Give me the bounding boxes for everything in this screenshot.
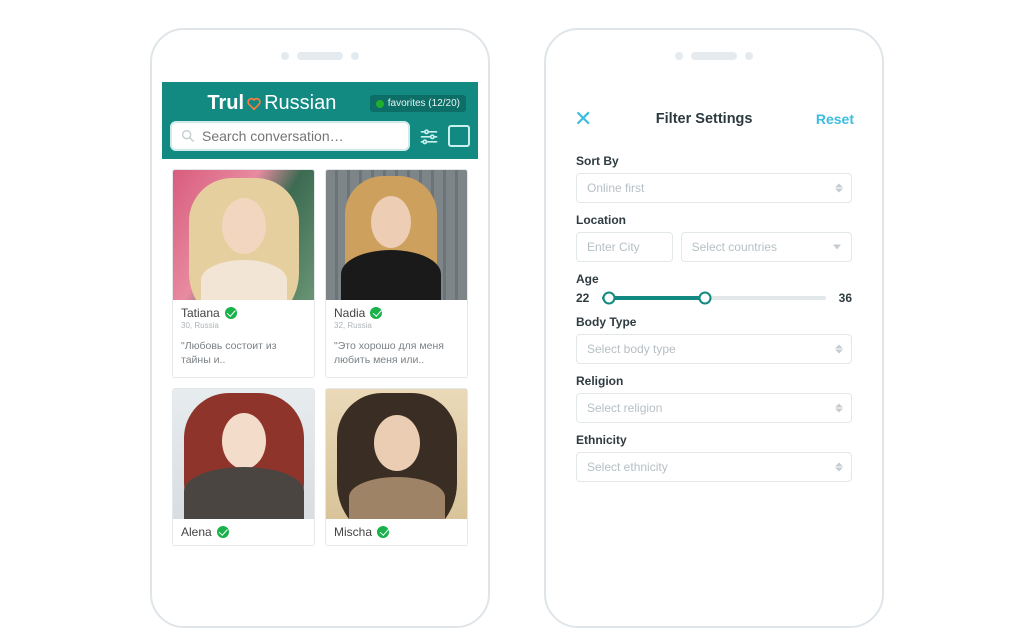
profile-quote: "Любовь состоит из тайны и.. <box>181 339 306 367</box>
online-dot-icon <box>376 100 384 108</box>
chevron-down-icon <box>833 245 841 250</box>
profile-photo <box>326 389 467 519</box>
profile-photo <box>173 170 314 300</box>
location-label: Location <box>576 213 852 227</box>
filter-sliders-button[interactable] <box>416 123 442 149</box>
profile-card[interactable]: Mischa <box>325 388 468 546</box>
countries-placeholder: Select countries <box>692 240 777 254</box>
verified-icon <box>370 307 382 319</box>
slider-fill <box>602 296 705 300</box>
sort-by-value: Online first <box>587 181 644 195</box>
screen-right: ✕ Filter Settings Reset Sort By Online f… <box>556 82 872 626</box>
search-input-wrap[interactable] <box>170 121 410 151</box>
profile-name: Tatiana <box>181 306 220 320</box>
age-min: 22 <box>576 291 594 305</box>
religion-placeholder: Select religion <box>587 401 662 415</box>
filter-header: ✕ Filter Settings Reset <box>556 92 872 140</box>
age-range-slider[interactable]: 22 36 <box>576 291 852 305</box>
profile-card[interactable]: Alena <box>172 388 315 546</box>
profile-photo <box>326 170 467 300</box>
age-max: 36 <box>834 291 852 305</box>
close-icon[interactable]: ✕ <box>574 108 592 130</box>
search-icon <box>180 128 196 144</box>
religion-label: Religion <box>576 374 852 388</box>
profile-meta: 30, Russia <box>181 321 306 330</box>
reset-button[interactable]: Reset <box>816 111 854 127</box>
ethnicity-select[interactable]: Select ethnicity <box>576 452 852 482</box>
stepper-icon <box>835 345 843 354</box>
filter-body: Sort By Online first Location Enter City… <box>556 140 872 486</box>
profile-name: Alena <box>181 525 212 539</box>
profile-card[interactable]: Tatiana 30, Russia "Любовь состоит из та… <box>172 169 315 378</box>
slider-track[interactable] <box>602 296 826 300</box>
speaker-bar <box>281 52 359 60</box>
brand-suffix: Russian <box>264 92 336 115</box>
device-frame-right: ✕ Filter Settings Reset Sort By Online f… <box>544 28 884 628</box>
select-toggle-button[interactable] <box>448 125 470 147</box>
screen-left: Trul Russian favorites (12/20) <box>162 82 478 626</box>
verified-icon <box>225 307 237 319</box>
speaker-bar <box>675 52 753 60</box>
ethnicity-placeholder: Select ethnicity <box>587 460 668 474</box>
slider-knob-max[interactable] <box>699 292 712 305</box>
sort-by-select[interactable]: Online first <box>576 173 852 203</box>
body-type-placeholder: Select body type <box>587 342 676 356</box>
stepper-icon <box>835 463 843 472</box>
stepper-icon <box>835 404 843 413</box>
verified-icon <box>217 526 229 538</box>
search-input[interactable] <box>202 128 400 144</box>
age-label: Age <box>576 272 852 286</box>
device-frame-left: Trul Russian favorites (12/20) <box>150 28 490 628</box>
city-input[interactable]: Enter City <box>576 232 673 262</box>
body-type-label: Body Type <box>576 315 852 329</box>
stepper-icon <box>835 184 843 193</box>
ethnicity-label: Ethnicity <box>576 433 852 447</box>
favorites-badge[interactable]: favorites (12/20) <box>370 95 466 112</box>
profile-name: Nadia <box>334 306 365 320</box>
app-header: Trul Russian favorites (12/20) <box>162 82 478 159</box>
brand-prefix: Trul <box>207 92 244 115</box>
profile-photo <box>173 389 314 519</box>
religion-select[interactable]: Select religion <box>576 393 852 423</box>
sort-by-label: Sort By <box>576 154 852 168</box>
body-type-select[interactable]: Select body type <box>576 334 852 364</box>
profile-card[interactable]: Nadia 32, Russia "Это хорошо для меня лю… <box>325 169 468 378</box>
profile-quote: "Это хорошо для меня любить меня или.. <box>334 339 459 367</box>
heart-icon <box>246 95 262 111</box>
profile-name: Mischa <box>334 525 372 539</box>
profile-grid: Tatiana 30, Russia "Любовь состоит из та… <box>162 159 478 556</box>
city-placeholder: Enter City <box>587 240 640 254</box>
filter-title: Filter Settings <box>656 111 753 127</box>
brand-logo: Trul Russian <box>174 92 370 115</box>
favorites-label: favorites (12/20) <box>388 98 460 109</box>
verified-icon <box>377 526 389 538</box>
slider-knob-min[interactable] <box>602 292 615 305</box>
countries-select[interactable]: Select countries <box>681 232 852 262</box>
profile-meta: 32, Russia <box>334 321 459 330</box>
